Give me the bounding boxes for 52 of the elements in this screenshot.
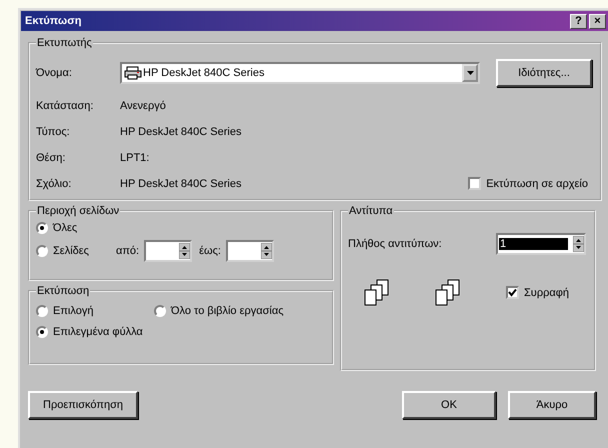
radio-button[interactable] (36, 305, 48, 317)
group-label: Περιοχή σελίδων (36, 205, 120, 217)
field-label: Τύπος: (36, 126, 71, 138)
checkbox-label[interactable]: Εκτύπωση σε αρχείο (486, 178, 588, 190)
spin-arrows-icon (260, 243, 272, 259)
field-value: HP DeskJet 840C Series (120, 126, 242, 138)
group-label: Εκτύπωση (36, 285, 90, 297)
printer-dropdown[interactable]: HP DeskJet 840C Series (120, 62, 480, 84)
group-label: Εκτυπωτής (36, 37, 93, 49)
radio-button[interactable] (154, 305, 166, 317)
radio-button[interactable] (36, 245, 48, 257)
field-value: LPT1: (120, 152, 150, 164)
radio-label[interactable]: Όλο το βιβλίο εργασίας (171, 305, 284, 317)
field-label: έως: (199, 245, 221, 257)
radio-label[interactable]: Επιλογή (53, 305, 94, 317)
field-label: Πλήθος αντιτύπων: (348, 238, 442, 250)
spin-arrows-icon (179, 243, 190, 259)
caret-icon (466, 71, 474, 75)
close-button[interactable]: × (589, 14, 606, 28)
checkbox[interactable] (468, 177, 482, 190)
field-value: 1 (499, 238, 568, 250)
radio-label[interactable]: Επιλεγμένα φύλλα (53, 326, 143, 338)
field-label: από: (116, 245, 140, 257)
pages-icon (435, 279, 460, 306)
dropdown-value: HP DeskJet 840C Series (143, 67, 266, 79)
field-label: Κατάσταση: (36, 100, 94, 112)
properties-button[interactable]: Ιδιότητες... (496, 59, 592, 87)
radio-label[interactable]: Σελίδες (53, 245, 89, 257)
spin-field[interactable]: 1 (496, 233, 586, 255)
dropdown-button[interactable] (462, 64, 478, 82)
field-value: Ανενεργό (120, 100, 166, 112)
spin-arrows-icon (573, 236, 584, 252)
radio-label[interactable]: Όλες (53, 222, 78, 234)
ok-button[interactable]: OK (402, 391, 496, 419)
radio-button[interactable] (36, 222, 48, 234)
radio-button[interactable] (36, 326, 48, 338)
field-label: Θέση: (36, 152, 66, 164)
help-button[interactable]: ? (570, 14, 587, 28)
cancel-button[interactable]: Άκυρο (508, 391, 596, 419)
spin-field[interactable] (226, 240, 274, 262)
field-label: Σχόλιο: (36, 178, 72, 190)
checkbox-label[interactable]: Συρραφή (524, 286, 569, 298)
group-label: Αντίτυπα (348, 205, 394, 217)
field-label: Όνομα: (36, 67, 73, 79)
window-title: Εκτύπωση (25, 15, 82, 27)
preview-button[interactable]: Προεπισκόπηση (28, 391, 138, 419)
printer-icon (124, 66, 142, 80)
spin-field[interactable] (144, 240, 192, 262)
check-icon (508, 288, 517, 297)
pages-icon (364, 279, 389, 306)
field-value: HP DeskJet 840C Series (120, 178, 242, 190)
checkbox[interactable] (506, 286, 519, 299)
